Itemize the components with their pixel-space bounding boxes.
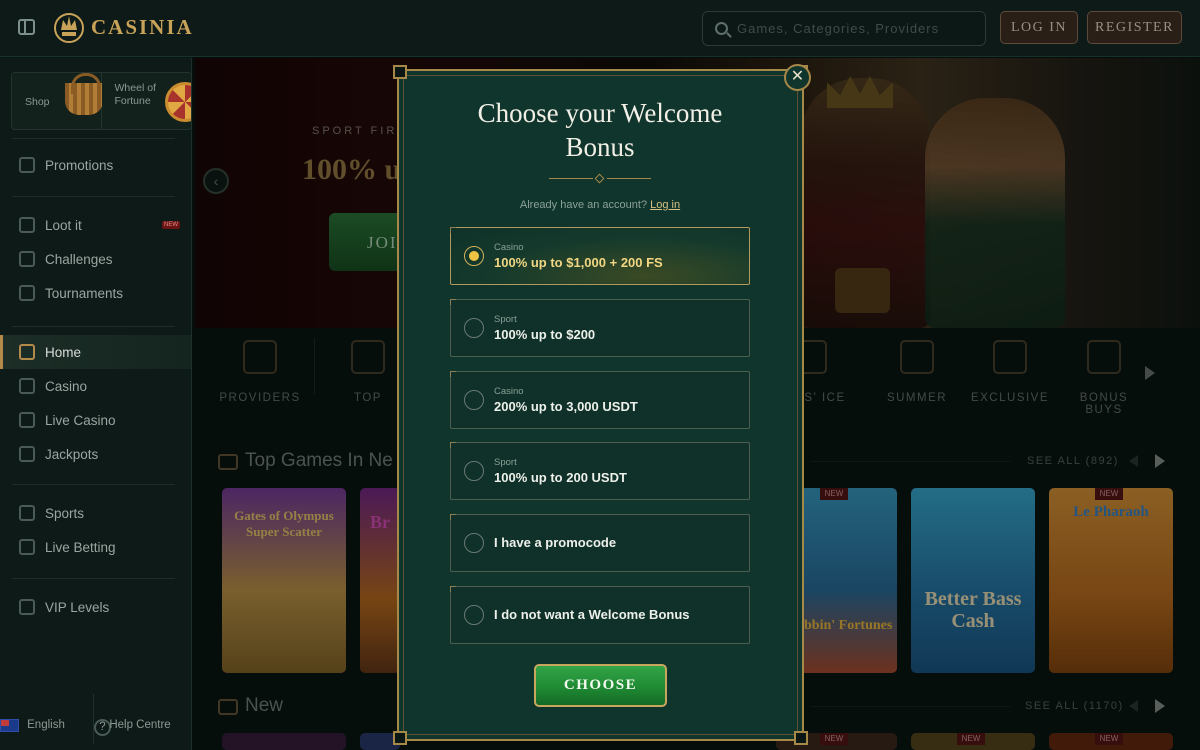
bonus-option-sport-usdt[interactable]: Sport 100% up to 200 USDT <box>450 442 750 500</box>
bonus-option-casino-1000[interactable]: Casino 100% up to $1,000 + 200 FS <box>450 227 750 285</box>
divider <box>12 196 175 197</box>
logo-text: CASINIA <box>91 14 194 39</box>
corner-ornament <box>393 731 407 745</box>
sidebar-item-loot-it[interactable]: Loot it NEW <box>0 208 191 242</box>
sidebar-footer: English ? Help Centre <box>0 680 191 750</box>
sidebar-item-jackpots[interactable]: Jackpots <box>0 437 191 471</box>
radio[interactable] <box>464 318 484 338</box>
option-label: I have a promocode <box>494 535 617 550</box>
sidebar-item-home[interactable]: Home <box>0 335 191 369</box>
register-button[interactable]: REGISTER <box>1087 11 1182 44</box>
radio-selected[interactable] <box>464 246 484 266</box>
wheel-icon <box>164 82 191 122</box>
bonus-option-no-bonus[interactable]: I do not want a Welcome Bonus <box>450 586 750 644</box>
title-ornament <box>549 173 651 184</box>
radio[interactable] <box>464 533 484 553</box>
live-betting-icon <box>19 539 35 555</box>
sidebar-item-challenges[interactable]: Challenges <box>0 242 191 276</box>
divider <box>12 578 175 579</box>
promotions-icon <box>19 157 35 173</box>
login-prompt-text: Already have an account? <box>519 199 648 211</box>
sidebar-item-label: Live Betting <box>45 539 116 555</box>
sidebar-item-label: Tournaments <box>45 285 124 301</box>
vip-icon <box>19 599 35 615</box>
sidebar-item-casino[interactable]: Casino <box>0 369 191 403</box>
search-icon <box>715 22 728 35</box>
sidebar-item-live-betting[interactable]: Live Betting <box>0 530 191 564</box>
option-label: 100% up to $1,000 + 200 FS <box>494 255 663 270</box>
close-icon[interactable]: ✕ <box>784 64 811 91</box>
divider <box>12 484 175 485</box>
loot-icon <box>19 217 35 233</box>
option-category: Casino <box>494 242 524 253</box>
divider <box>12 138 175 139</box>
top-bar: CASINIA LOG IN REGISTER <box>0 0 1200 57</box>
option-label: 200% up to 3,000 USDT <box>494 399 638 414</box>
sidebar-toggle-icon[interactable] <box>18 19 35 35</box>
login-link[interactable]: Log in <box>650 199 680 211</box>
sidebar: Shop Wheel of Fortune Promotions Loot it… <box>0 58 192 750</box>
option-label: I do not want a Welcome Bonus <box>494 607 690 622</box>
search-box[interactable] <box>702 11 986 46</box>
sidebar-item-label: Casino <box>45 378 88 394</box>
sidebar-item-tournaments[interactable]: Tournaments <box>0 276 191 310</box>
home-icon <box>19 344 35 360</box>
option-category: Casino <box>494 386 524 397</box>
sidebar-item-label: Jackpots <box>45 446 99 462</box>
sidebar-item-label: Promotions <box>45 157 114 173</box>
radio[interactable] <box>464 461 484 481</box>
sidebar-item-label: Home <box>45 344 82 360</box>
live-casino-icon <box>19 412 35 428</box>
login-button[interactable]: LOG IN <box>1000 11 1078 44</box>
logo[interactable]: CASINIA <box>53 10 194 44</box>
search-input[interactable] <box>737 12 977 45</box>
corner-ornament <box>794 731 808 745</box>
radio[interactable] <box>464 390 484 410</box>
language-label: English <box>27 719 65 731</box>
wheel-of-fortune-card[interactable]: Wheel of Fortune <box>101 73 191 129</box>
sidebar-item-vip-levels[interactable]: VIP Levels <box>0 590 191 624</box>
choose-button[interactable]: CHOOSE <box>534 664 667 707</box>
shop-card[interactable]: Shop <box>12 73 103 129</box>
logo-icon <box>54 13 84 43</box>
sidebar-item-live-casino[interactable]: Live Casino <box>0 403 191 437</box>
help-label: Help Centre <box>109 719 171 731</box>
casino-icon <box>19 378 35 394</box>
bonus-option-casino-usdt[interactable]: Casino 200% up to 3,000 USDT <box>450 371 750 429</box>
sidebar-item-label: Challenges <box>45 251 113 267</box>
sidebar-item-sports[interactable]: Sports <box>0 496 191 530</box>
wheel-of-fortune-label: Wheel of Fortune <box>114 82 156 107</box>
option-category: Sport <box>494 314 517 325</box>
option-category: Sport <box>494 457 517 468</box>
radio[interactable] <box>464 605 484 625</box>
sports-icon <box>19 505 35 521</box>
bonus-option-sport-200[interactable]: Sport 100% up to $200 <box>450 299 750 357</box>
jackpots-icon <box>19 446 35 462</box>
language-selector[interactable]: English <box>0 686 92 746</box>
promo-cards: Shop Wheel of Fortune <box>11 72 192 130</box>
option-label: 100% up to 200 USDT <box>494 470 627 485</box>
help-centre-link[interactable]: ? Help Centre <box>94 686 186 746</box>
login-prompt: Already have an account? Log in <box>450 199 750 211</box>
divider <box>12 326 175 327</box>
sidebar-item-label: Sports <box>45 505 85 521</box>
corner-ornament <box>393 65 407 79</box>
shop-label: Shop <box>25 96 50 108</box>
option-label: 100% up to $200 <box>494 327 596 342</box>
trophy-icon <box>19 285 35 301</box>
bonus-option-promocode[interactable]: I have a promocode <box>450 514 750 572</box>
sidebar-item-label: Live Casino <box>45 412 116 428</box>
sidebar-item-label: Loot it <box>45 217 82 233</box>
modal-title: Choose your Welcome Bonus <box>477 98 723 162</box>
challenges-icon <box>19 251 35 267</box>
sidebar-item-label: VIP Levels <box>45 599 110 615</box>
new-badge: NEW <box>162 221 180 229</box>
sidebar-item-promotions[interactable]: Promotions <box>0 148 191 182</box>
basket-icon <box>65 73 103 115</box>
